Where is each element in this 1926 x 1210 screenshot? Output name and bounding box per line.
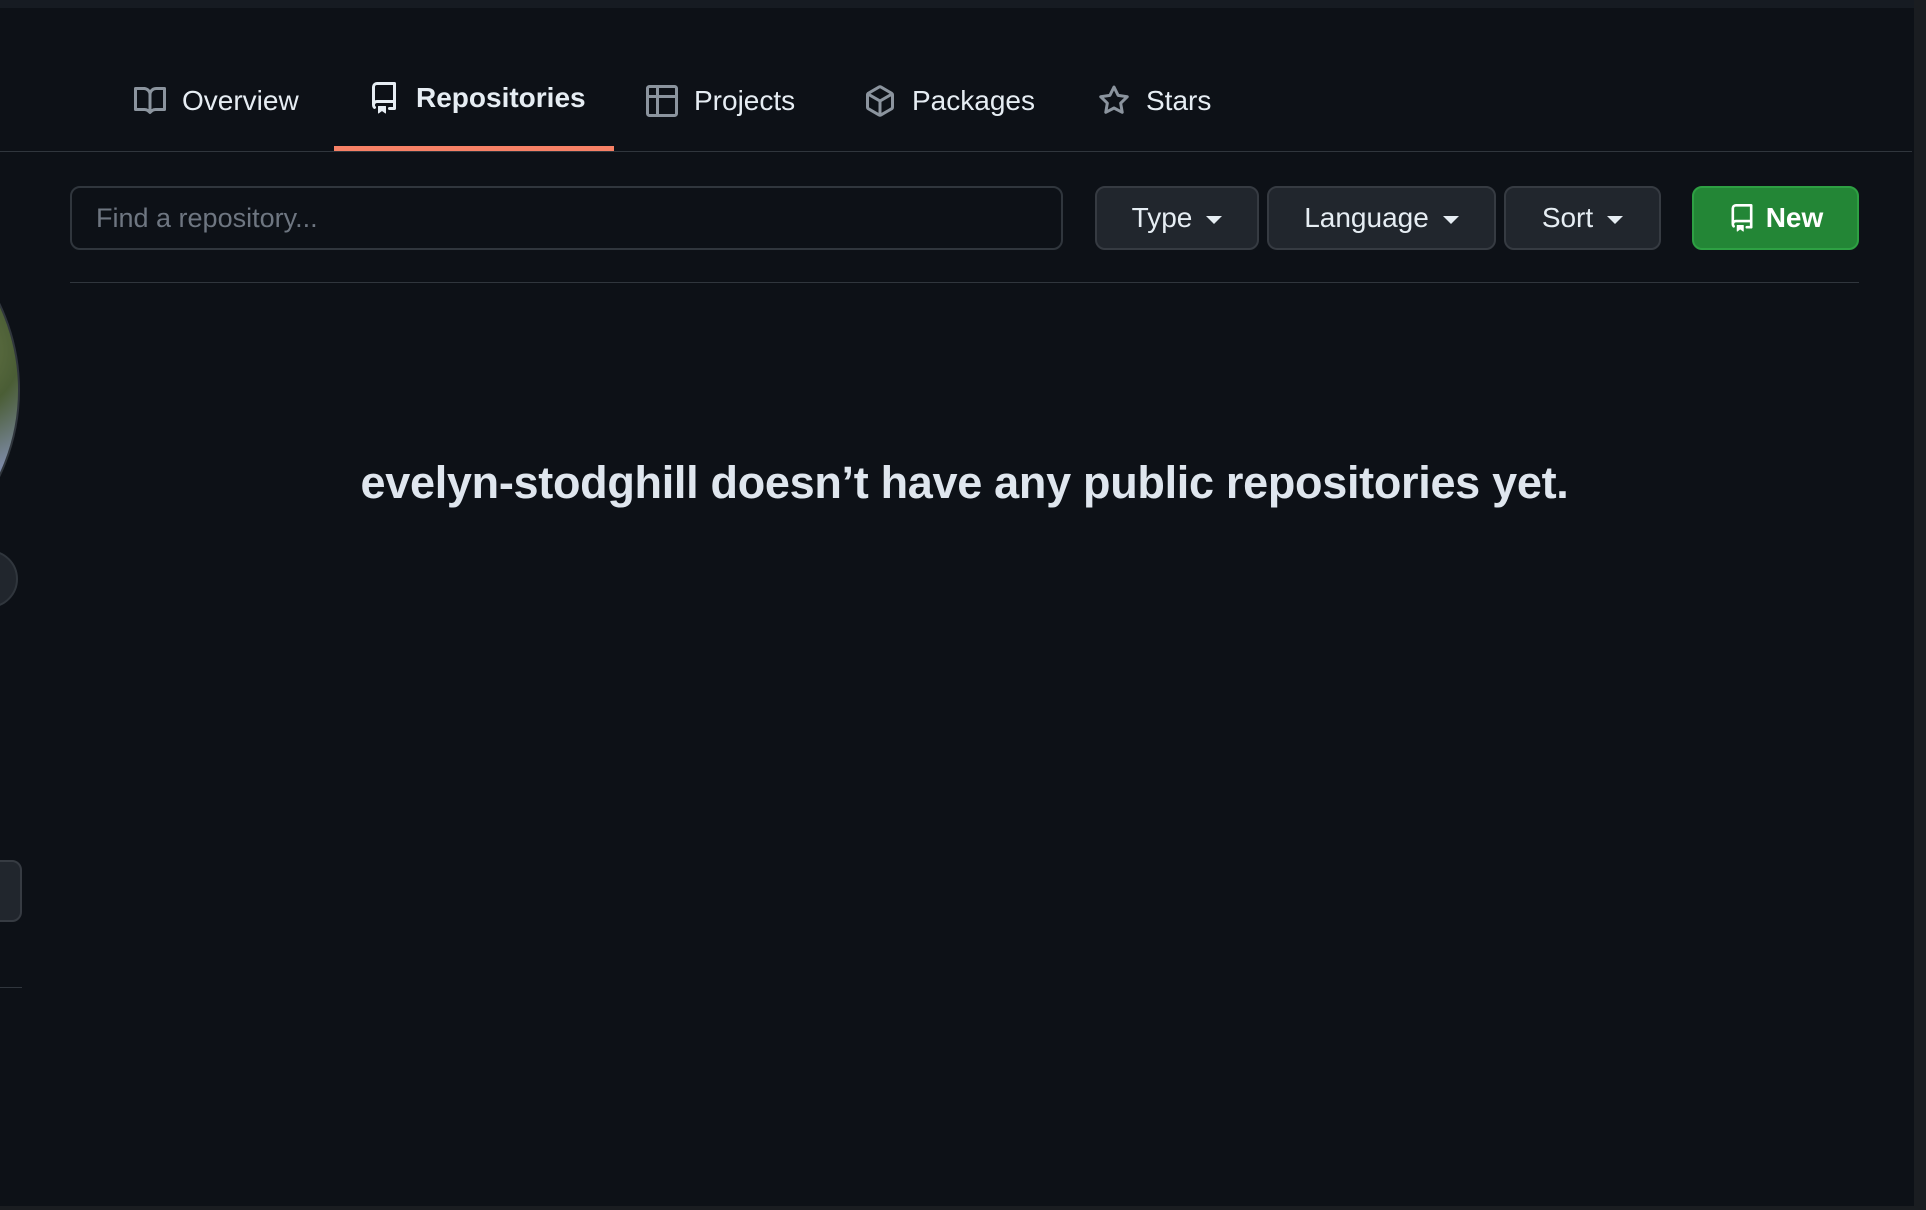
new-button-label: New — [1765, 202, 1824, 233]
sort-button[interactable]: Sort — [1504, 186, 1661, 250]
top-strip — [0, 0, 1926, 8]
package-icon — [864, 84, 896, 117]
caret-down-icon — [1442, 216, 1459, 224]
find-repository-input[interactable] — [70, 186, 1063, 250]
tab-packages[interactable]: Packages — [864, 50, 1035, 151]
set-status-button[interactable] — [0, 550, 18, 608]
new-repository-button[interactable]: New — [1692, 186, 1859, 250]
book-icon — [134, 85, 166, 117]
sort-label: Sort — [1541, 202, 1594, 233]
edit-profile-button[interactable] — [0, 860, 22, 922]
language-filter-label: Language — [1304, 202, 1429, 233]
tab-projects-label: Projects — [694, 84, 796, 116]
sidebar-divider — [0, 987, 22, 988]
tab-stars[interactable]: Stars — [1098, 50, 1211, 151]
tab-overview[interactable]: Overview — [134, 50, 299, 151]
empty-state-message: evelyn-stodghill doesn’t have any public… — [360, 457, 1569, 509]
tab-packages-label: Packages — [912, 84, 1035, 116]
tab-stars-label: Stars — [1146, 84, 1212, 116]
tab-projects[interactable]: Projects — [646, 50, 795, 151]
language-filter-button[interactable]: Language — [1267, 186, 1496, 250]
table-icon — [646, 84, 678, 117]
window-edge-bottom — [0, 1206, 1926, 1210]
tab-repositories[interactable]: Repositories — [334, 50, 614, 151]
caret-down-icon — [1607, 216, 1624, 224]
type-filter-button[interactable]: Type — [1095, 186, 1259, 250]
tab-repositories-label: Repositories — [416, 82, 586, 113]
type-filter-label: Type — [1131, 202, 1193, 233]
avatar[interactable] — [0, 190, 20, 590]
filter-divider — [70, 282, 1859, 283]
star-icon — [1098, 85, 1130, 117]
tab-overview-label: Overview — [182, 84, 299, 116]
window-edge — [1914, 0, 1926, 1210]
profile-tab-nav: Overview Repositories Projects Packages … — [0, 50, 1912, 152]
repo-icon — [1728, 204, 1756, 232]
repo-icon — [368, 82, 400, 114]
github-profile-repositories-page: Overview Repositories Projects Packages … — [0, 0, 1926, 1210]
caret-down-icon — [1206, 216, 1223, 224]
